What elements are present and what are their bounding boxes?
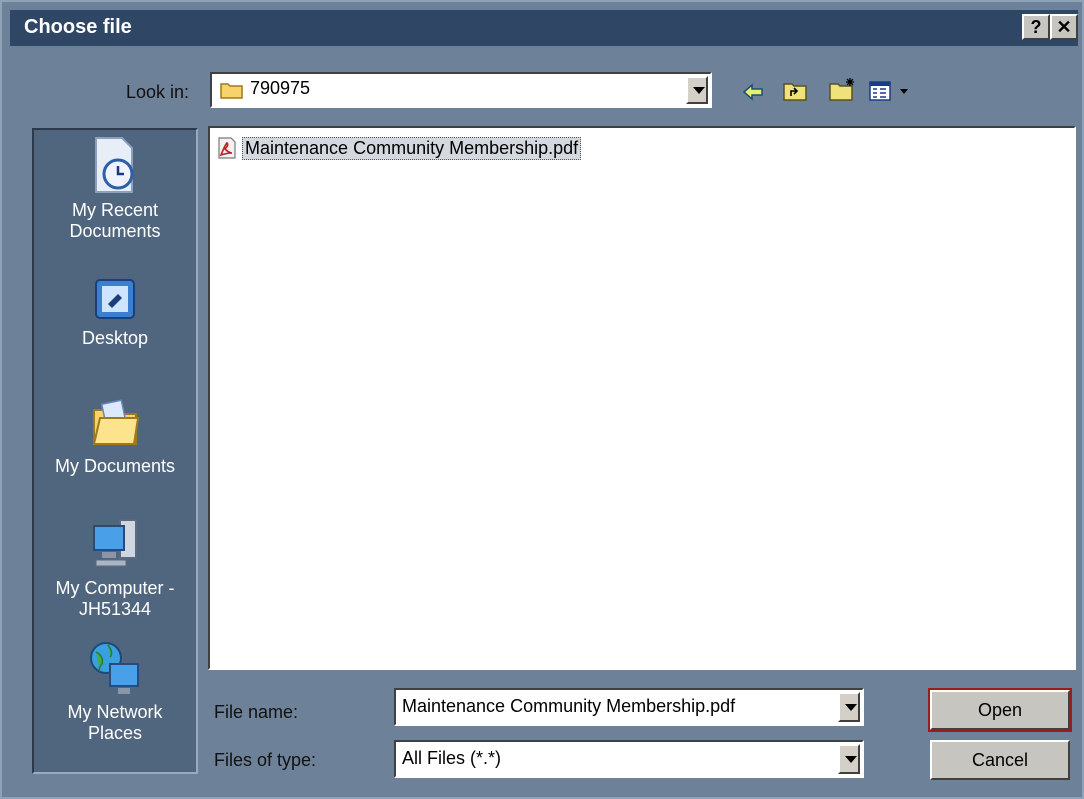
places-bar: My Recent Documents Desktop My Documents: [32, 128, 198, 774]
my-documents-icon: [92, 399, 140, 445]
window-title: Choose file: [24, 16, 132, 38]
help-button[interactable]: ?: [1022, 14, 1050, 40]
place-recent-label-2: Documents: [69, 221, 161, 241]
place-recent-label-1: My Recent: [71, 200, 159, 220]
file-type-value: All Files (*.*): [402, 748, 502, 768]
file-name-value: Maintenance Community Membership.pdf: [402, 696, 736, 716]
file-name-text: Maintenance Community Membership.pdf: [242, 136, 582, 160]
file-type-label: Files of type:: [214, 750, 317, 770]
place-recent-documents[interactable]: My Recent Documents: [34, 136, 196, 242]
place-desktop[interactable]: Desktop: [34, 274, 196, 349]
file-name-label: File name:: [214, 702, 299, 722]
place-my-computer-label-2: JH51344: [78, 599, 152, 619]
back-arrow-icon[interactable]: [742, 82, 764, 102]
place-network-label-1: My Network: [67, 702, 163, 722]
place-desktop-label: Desktop: [81, 328, 149, 348]
place-my-computer[interactable]: My Computer - JH51344: [34, 516, 196, 620]
choose-file-dialog: Choose file ? ✕ Look in: 790975 My Recen…: [0, 0, 1084, 799]
list-item[interactable]: Maintenance Community Membership.pdf: [216, 136, 582, 160]
up-folder-icon[interactable]: [782, 80, 808, 102]
place-my-documents-label: My Documents: [54, 456, 176, 476]
place-network[interactable]: My Network Places: [34, 640, 196, 744]
pdf-file-icon: [218, 137, 236, 159]
view-menu-icon[interactable]: [868, 80, 920, 102]
file-type-dropdown-button[interactable]: [838, 744, 860, 774]
recent-documents-icon: [95, 137, 134, 193]
cancel-button[interactable]: Cancel: [930, 740, 1070, 780]
open-button[interactable]: Open: [928, 688, 1072, 732]
place-network-label-2: Places: [87, 723, 143, 743]
look-in-value: 790975: [250, 78, 311, 98]
look-in-dropdown[interactable]: 790975: [210, 72, 712, 108]
folder-icon: [220, 83, 243, 99]
my-computer-icon: [93, 519, 137, 567]
close-button[interactable]: ✕: [1050, 14, 1078, 40]
place-my-documents[interactable]: My Documents: [34, 392, 196, 477]
look-in-dropdown-button[interactable]: [686, 76, 708, 104]
file-name-dropdown-button[interactable]: [838, 692, 860, 722]
file-type-dropdown[interactable]: All Files (*.*): [394, 740, 864, 778]
look-in-label: Look in:: [126, 82, 190, 102]
title-bar[interactable]: Choose file ? ✕: [10, 10, 1078, 46]
file-name-field[interactable]: Maintenance Community Membership.pdf: [394, 688, 864, 726]
place-my-computer-label-1: My Computer -: [55, 578, 175, 598]
file-list[interactable]: Maintenance Community Membership.pdf: [208, 126, 1076, 670]
new-folder-icon[interactable]: [828, 76, 858, 102]
desktop-icon: [95, 279, 135, 319]
network-places-icon: [90, 642, 139, 694]
